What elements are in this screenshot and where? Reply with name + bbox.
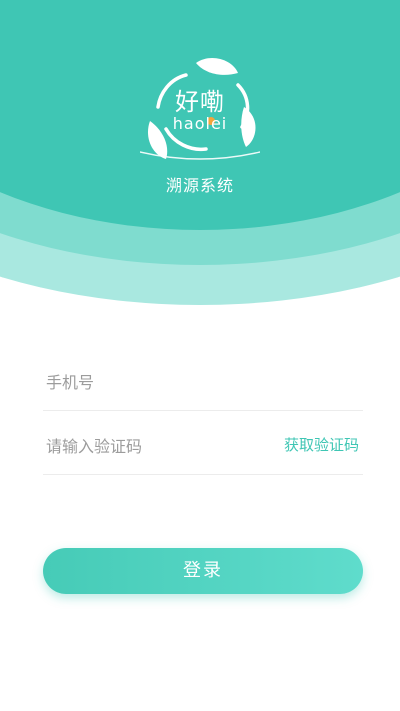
verification-code-input[interactable]: [46, 428, 256, 464]
verification-code-field: 获取验证码: [43, 418, 363, 475]
phone-field: [43, 354, 363, 411]
logo: 好嘞 haolei: [140, 55, 260, 165]
logo-text: 好嘞: [175, 88, 225, 116]
app-title: 溯源系统: [165, 176, 234, 195]
get-code-button[interactable]: 获取验证码: [284, 434, 359, 455]
header-banner: 好嘞 haolei 溯源系统: [0, 0, 400, 320]
phone-input[interactable]: [46, 364, 256, 400]
logo-subtext: haolei: [172, 114, 228, 133]
login-button[interactable]: 登录: [43, 548, 363, 594]
